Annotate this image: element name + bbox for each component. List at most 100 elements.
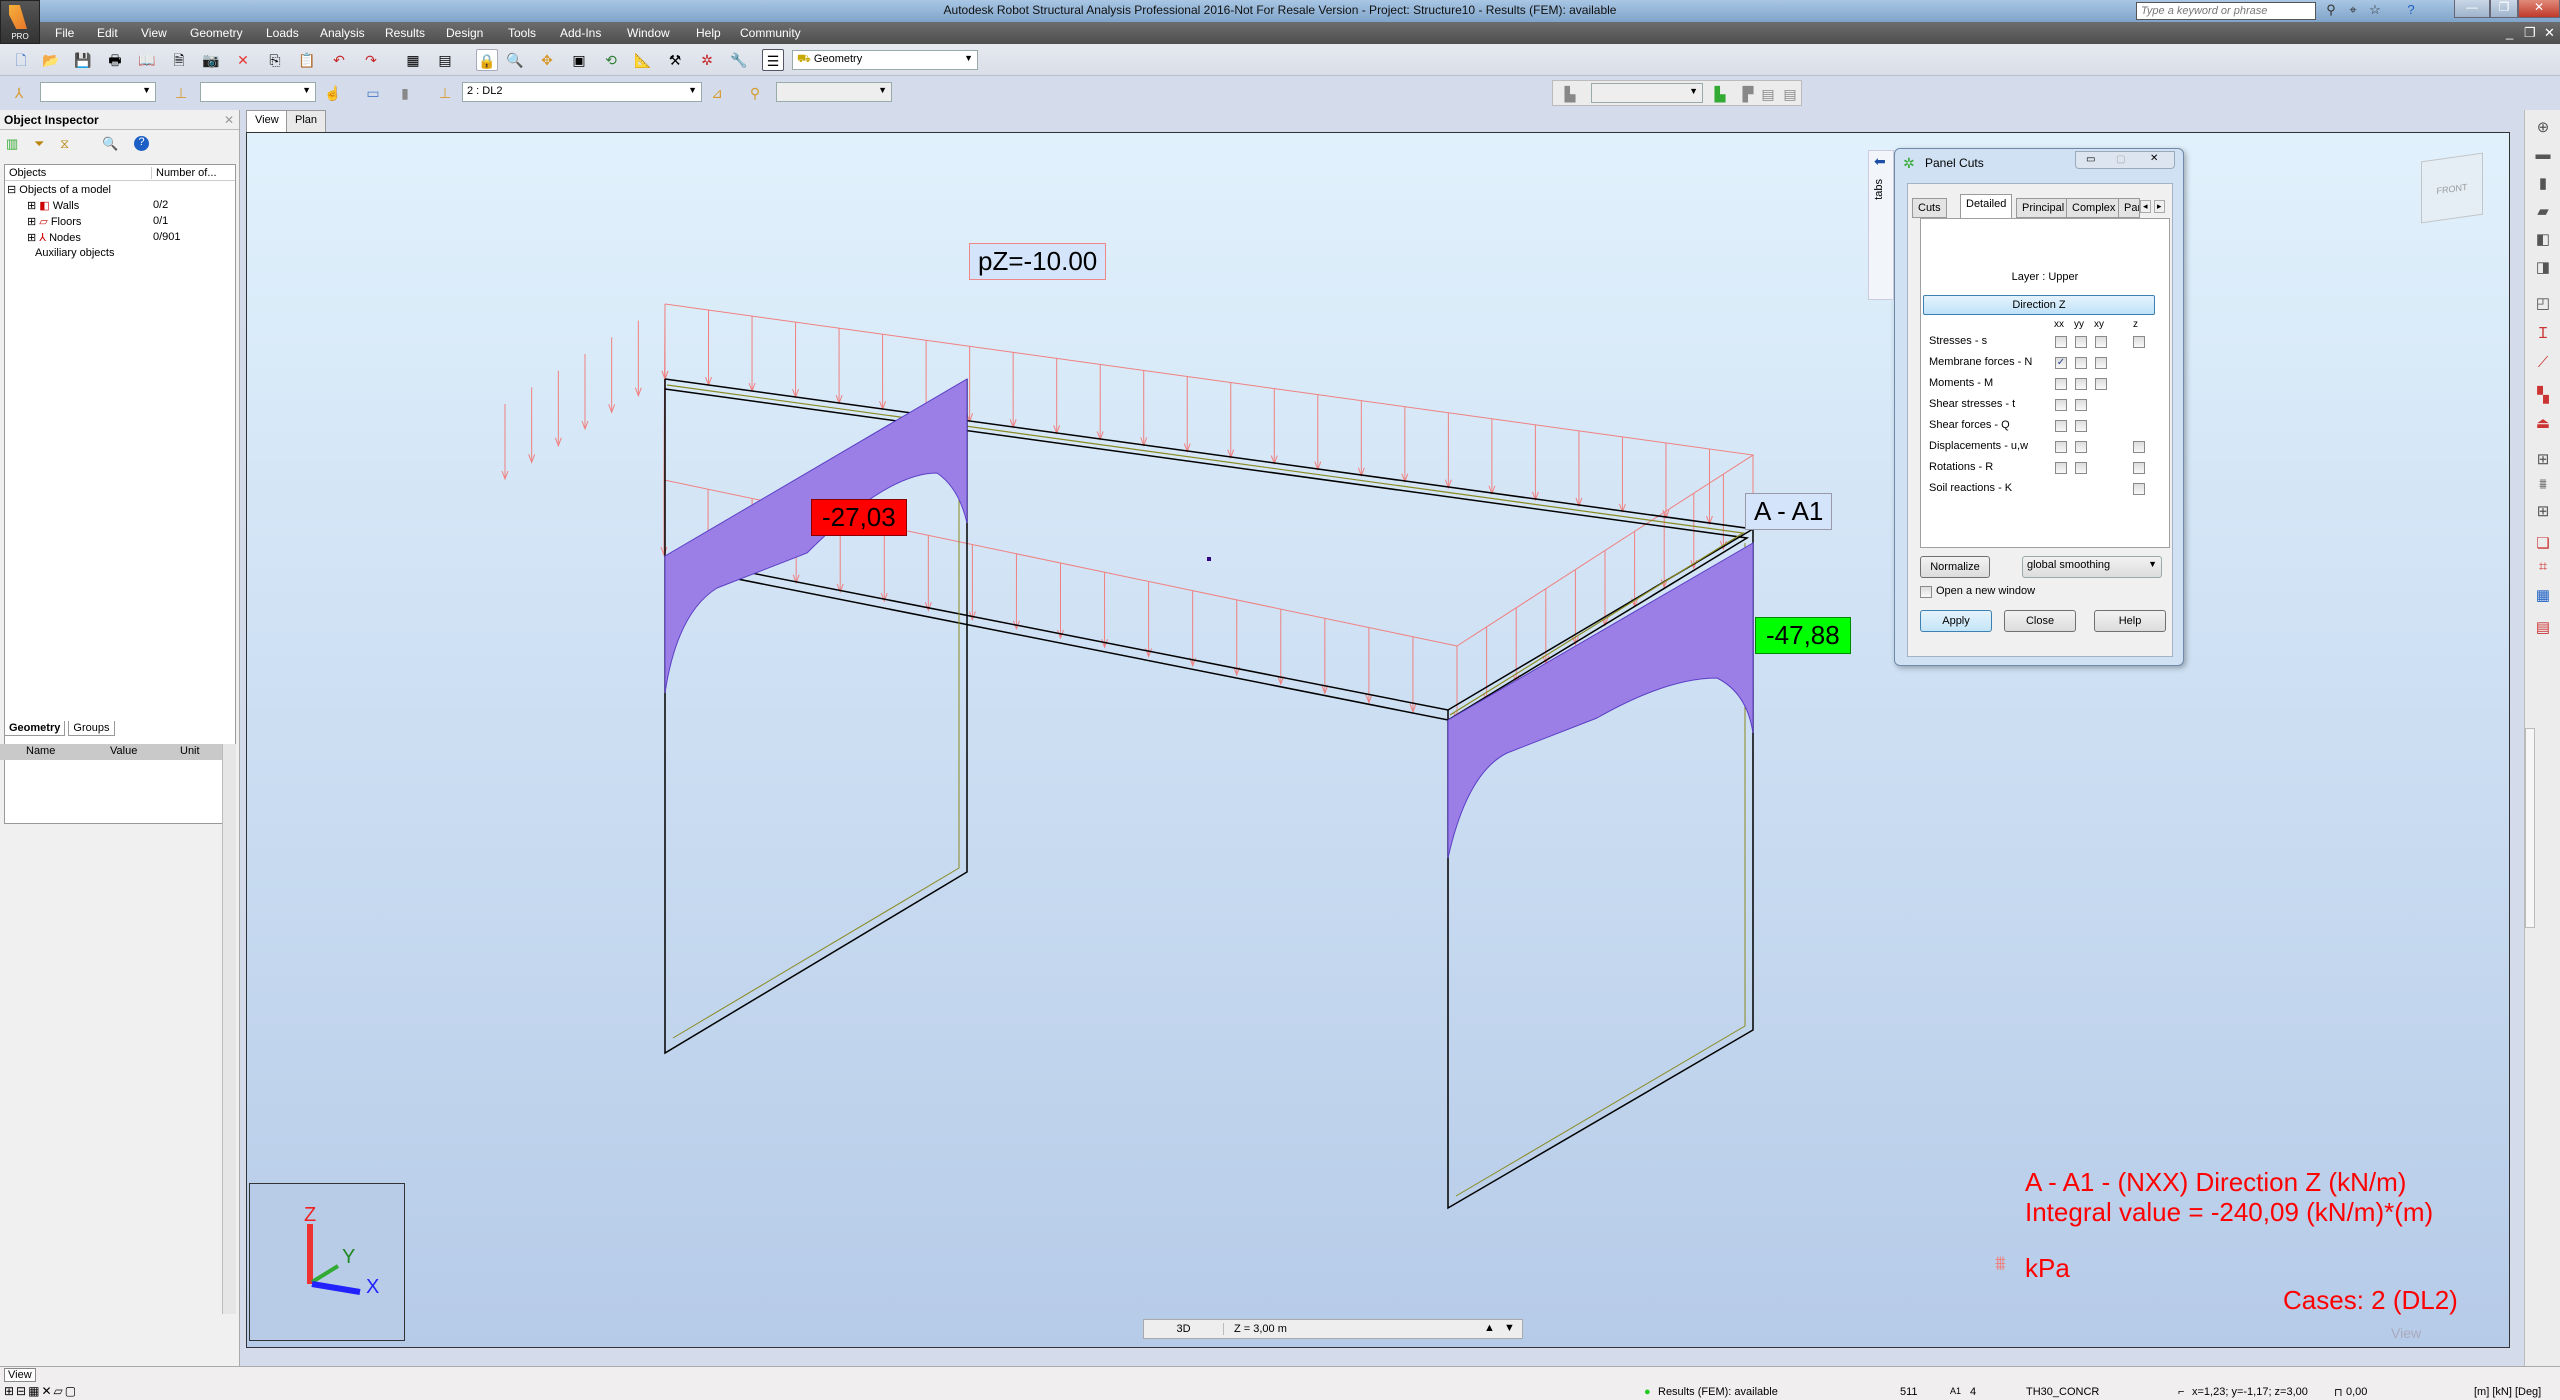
tab-detailed[interactable]: Detailed — [1960, 194, 2013, 218]
screen-capture-icon[interactable]: 📷 — [200, 49, 222, 71]
rotate-icon[interactable]: ⟲ — [600, 49, 622, 71]
tree-item-walls[interactable]: ⊞ ◧ Walls 0/2 — [27, 199, 227, 215]
checkbox-z[interactable] — [2133, 336, 2145, 348]
close-button[interactable]: Close — [2004, 610, 2076, 632]
thickness-icon[interactable]: ⟋ — [2533, 354, 2553, 374]
material-icon[interactable]: ▚ — [2533, 386, 2553, 406]
bar-selection-combo[interactable]: ▼ — [200, 82, 316, 102]
axis-definition-icon[interactable]: ⊕ — [2533, 118, 2553, 138]
viewport-scrollbar[interactable] — [2525, 728, 2535, 928]
menu-community[interactable]: Community — [740, 26, 801, 40]
delete-icon[interactable]: ✕ — [232, 49, 254, 71]
lock-icon[interactable]: 🔒 — [476, 49, 498, 71]
checkbox-z[interactable] — [2133, 441, 2145, 453]
print-preview-icon[interactable]: 📖 — [136, 49, 158, 71]
mode-label[interactable]: 3D — [1144, 1323, 1224, 1335]
open-file-icon[interactable]: 📂 — [40, 49, 62, 71]
hand-select-icon[interactable]: ☝ — [322, 82, 344, 104]
table-icon[interactable]: ▦ — [2533, 586, 2553, 606]
tab-plan[interactable]: Plan — [286, 110, 327, 132]
panel-select-icon[interactable]: ▭ — [362, 82, 384, 104]
clear-filter-icon[interactable]: ⧖ — [60, 136, 69, 152]
menu-window[interactable]: Window — [627, 26, 670, 40]
load-case-select[interactable]: 2 : DL2 ▼ — [462, 82, 702, 102]
menu-design[interactable]: Design — [446, 26, 483, 40]
calc-options-icon[interactable]: ▤ — [434, 49, 456, 71]
display-icon[interactable]: ▣ — [568, 49, 590, 71]
mode-select-icon[interactable]: ⊿ — [706, 82, 728, 104]
help-button[interactable]: Help — [2094, 610, 2166, 632]
measure-icon[interactable]: 📐 — [632, 49, 654, 71]
structure-icon[interactable]: ✲ — [696, 49, 718, 71]
help-search-input[interactable]: Type a keyword or phrase — [2136, 2, 2316, 20]
expand-icon[interactable]: ⊞ — [27, 216, 36, 228]
checkbox-xx[interactable] — [2055, 441, 2067, 453]
arrow-left-icon[interactable]: ⬅ — [1874, 153, 1886, 170]
slab-icon[interactable]: ▰ — [2533, 202, 2553, 222]
tab-scroll-right-icon[interactable]: ▸ — [2154, 200, 2165, 213]
mdi-restore-icon[interactable]: ❐ — [2524, 25, 2536, 41]
column-value[interactable]: Value — [110, 745, 137, 757]
tab-geometry[interactable]: Geometry — [4, 721, 66, 736]
collapse-icon[interactable]: ⊟ — [7, 184, 16, 196]
tab-complex[interactable]: Complex — [2066, 198, 2122, 218]
calculator-icon[interactable]: ▦ — [402, 49, 424, 71]
checkbox-xy[interactable] — [2095, 357, 2107, 369]
direction-z-button[interactable]: Direction Z — [1923, 295, 2155, 315]
opening-icon[interactable]: ◨ — [2533, 258, 2553, 278]
menu-results[interactable]: Results — [385, 26, 425, 40]
help-icon[interactable]: ? — [134, 136, 149, 151]
checkbox-yy[interactable] — [2075, 441, 2087, 453]
checkbox-z[interactable] — [2133, 462, 2145, 474]
binoculars-icon[interactable]: ⚲ — [2322, 2, 2340, 20]
checkbox-xy[interactable] — [2095, 336, 2107, 348]
print-icon[interactable]: 🖶 — [104, 49, 126, 71]
help-icon[interactable]: ? — [2402, 2, 2420, 20]
menu-view[interactable]: View — [141, 26, 167, 40]
tree-view-icon[interactable]: ▥ — [6, 136, 18, 152]
tree-item-auxiliary[interactable]: Auxiliary objects — [35, 247, 114, 263]
panel-icon[interactable]: ◰ — [2533, 294, 2553, 314]
expand-icon[interactable]: ⊞ — [27, 200, 36, 212]
checkbox-xx[interactable] — [2055, 399, 2067, 411]
close-icon[interactable]: ✕ — [2150, 153, 2158, 164]
minimize-button[interactable]: — — [2454, 0, 2490, 18]
menu-edit[interactable]: Edit — [97, 26, 118, 40]
minimize-icon[interactable]: ▭ — [2086, 154, 2095, 165]
bar-select-icon[interactable]: ⊥ — [170, 82, 192, 104]
component-combo[interactable]: ▼ — [776, 82, 892, 102]
tab-parameters[interactable]: Par — [2118, 198, 2140, 218]
tab-view[interactable]: View — [246, 110, 288, 132]
mdi-close-icon[interactable]: ✕ — [2544, 25, 2555, 41]
object-select-icon[interactable]: ▮ — [394, 82, 416, 104]
component-select-icon[interactable]: ⚲ — [744, 82, 766, 104]
menu-file[interactable]: File — [55, 26, 74, 40]
checkbox-xx[interactable] — [2055, 378, 2067, 390]
section-icon[interactable]: ⚒ — [664, 49, 686, 71]
mdi-minimize-icon[interactable]: _ — [2506, 25, 2513, 40]
column-objects[interactable]: Objects — [9, 167, 46, 179]
tree-item-nodes[interactable]: ⊞ ⅄ Nodes 0/901 — [27, 231, 227, 247]
menu-geometry[interactable]: Geometry — [190, 26, 243, 40]
application-menu-button[interactable]: PRO — [0, 0, 40, 44]
section-combo[interactable]: ▼ — [1591, 83, 1703, 103]
node-select-icon[interactable]: ⅄ — [8, 82, 30, 104]
tree-root[interactable]: ⊟ Objects of a model — [7, 183, 111, 199]
section-icon[interactable]: Ｉ — [2533, 322, 2553, 342]
side-tabs-strip[interactable]: ⬅ tabs — [1868, 150, 1894, 300]
apply-button[interactable]: Apply — [1920, 610, 1992, 632]
bar-icon[interactable]: ▬ — [2533, 146, 2553, 166]
close-icon[interactable]: ✕ — [224, 113, 234, 127]
level-value[interactable]: Z = 3,00 m — [1234, 1323, 1287, 1335]
units-label[interactable]: [m] [kN] [Deg] — [2474, 1386, 2541, 1398]
zoom-window-icon[interactable]: 🔍 — [504, 49, 526, 71]
level-down-icon[interactable]: ▼ — [1504, 1322, 1515, 1334]
maximize-icon[interactable]: ▢ — [2116, 154, 2125, 165]
column-number[interactable]: Number of... — [151, 167, 217, 179]
paste-icon[interactable]: 📋 — [296, 49, 318, 71]
checkbox-z[interactable] — [2133, 483, 2145, 495]
view-cube[interactable]: FRONT — [2421, 152, 2483, 224]
filter-icon[interactable]: ⏷ — [34, 136, 44, 152]
column-name[interactable]: Name — [26, 745, 55, 757]
mesh-icon[interactable]: ⌗ — [2533, 558, 2553, 578]
